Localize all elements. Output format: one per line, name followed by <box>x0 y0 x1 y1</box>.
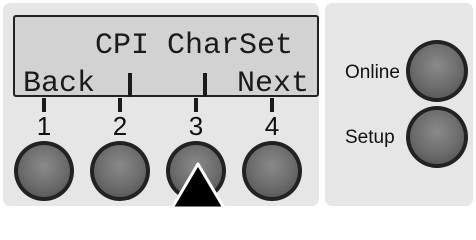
key-2-tick <box>118 98 122 112</box>
side-panel <box>325 3 473 206</box>
key-3-tick <box>194 98 198 112</box>
online-button[interactable] <box>406 40 468 102</box>
key-2-button[interactable] <box>90 141 150 201</box>
key-2-number: 2 <box>112 111 128 141</box>
key-4-tick <box>270 98 274 112</box>
key-3-number: 3 <box>188 111 204 141</box>
lcd-next-label: Next <box>236 67 309 101</box>
key-1-tick <box>42 98 46 112</box>
online-label: Online <box>345 62 400 83</box>
key-4-number: 4 <box>264 111 280 141</box>
up-arrow-icon <box>170 162 226 210</box>
lcd-menu-line: CPI CharSet <box>95 29 294 63</box>
setup-label: Setup <box>345 127 395 148</box>
key-1-number: 1 <box>36 111 52 141</box>
setup-button[interactable] <box>406 106 468 168</box>
lcd-back-label: Back <box>23 67 96 101</box>
lcd-display: CPI CharSet Back Next <box>13 15 319 101</box>
key-4-button[interactable] <box>242 141 302 201</box>
key-1-button[interactable] <box>14 141 74 201</box>
lcd-softkey-marker-2 <box>128 73 132 97</box>
lcd-softkey-marker-3 <box>203 73 207 97</box>
